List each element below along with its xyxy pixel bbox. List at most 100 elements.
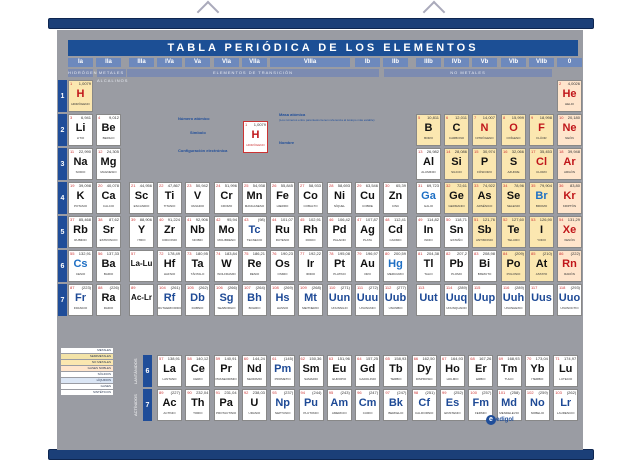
element-symbol: S xyxy=(509,156,518,168)
element-symbol: Yb xyxy=(530,363,545,375)
element-y: 39 88,906 Y ITRIO xyxy=(129,216,154,248)
element-symbol: Ta xyxy=(191,258,204,270)
element-symbol: Sc xyxy=(134,190,149,202)
atomic-mass: 92,906 xyxy=(195,217,208,222)
atomic-mass: (289) xyxy=(457,285,467,290)
atomic-mass: 47,867 xyxy=(167,183,180,188)
element-na: 11 22,990 Na SODIO xyxy=(68,148,93,180)
element-pu: 94 (244) Pu PLUTONIO xyxy=(298,389,324,421)
atomic-number: 105 xyxy=(187,285,194,290)
element-symbol: C xyxy=(452,122,461,134)
atomic-number: 107 xyxy=(244,285,251,290)
atomic-mass: (261) xyxy=(170,285,180,290)
atomic-mass: 65,39 xyxy=(395,183,406,188)
element-ac: 89 (227) Ac ACTINIO xyxy=(157,389,182,421)
element-mg: 12 24,305 Mg MAGNESIO xyxy=(96,148,121,180)
lanthanides-label: LANTÁNIDOS xyxy=(133,358,138,384)
atomic-mass: 114,82 xyxy=(427,217,439,222)
atomic-number: 38 xyxy=(98,217,103,222)
element-symbol: Sg xyxy=(219,292,234,304)
element-symbol: Uun xyxy=(328,292,351,304)
element-symbol: Zr xyxy=(164,224,175,236)
atomic-number: 42 xyxy=(216,217,221,222)
period-label-1: 1 xyxy=(58,80,67,112)
element-symbol: Ce xyxy=(190,363,205,375)
element-cu: 29 63,546 Cu COBRE xyxy=(355,182,380,214)
element-name: PLATINO xyxy=(333,272,346,276)
element-symbol: Pm xyxy=(274,363,292,375)
element-name: CADMIO xyxy=(389,238,402,242)
element-rn: 86 (222) Rn RADÓN xyxy=(557,250,582,282)
atomic-mass: 180,95 xyxy=(195,251,208,256)
atomic-mass: (257) xyxy=(481,390,492,395)
atomic-mass: 162,50 xyxy=(422,356,435,361)
group-header-vib: VIb xyxy=(501,58,526,67)
atomic-mass: (237) xyxy=(283,390,294,395)
element-ho: 67 164,93 Ho HOLMIO xyxy=(440,355,465,387)
group-header-viib: VIIb xyxy=(529,58,554,67)
table-title: TABLA PERIÓDICA DE LOS ELEMENTOS xyxy=(68,40,578,56)
atomic-number: 27 xyxy=(300,183,305,188)
element-ar: 18 39,948 Ar ARGÓN xyxy=(557,148,582,180)
element-name: NOBELIO xyxy=(530,411,545,415)
period-label-2: 2 xyxy=(58,114,67,146)
atomic-mass: 186,21 xyxy=(252,251,265,256)
atomic-number: 100 xyxy=(470,390,477,395)
element-i: 53 126,90 I YODO xyxy=(529,216,554,248)
atomic-mass: 10,811 xyxy=(427,115,439,120)
atomic-mass: (264) xyxy=(255,285,265,290)
element-symbol: No xyxy=(530,397,545,409)
atomic-number: 113 xyxy=(418,285,425,290)
element-symbol: V xyxy=(193,190,202,202)
element-symbol: Uuu xyxy=(356,292,379,304)
element-symbol: Cr xyxy=(220,190,233,202)
element-cd: 48 112,41 Cd CADMIO xyxy=(383,216,408,248)
element-name: HASSIO xyxy=(276,306,289,310)
atomic-mass: 6,941 xyxy=(80,115,91,120)
element-symbol: Si xyxy=(451,156,462,168)
atomic-mass: (227) xyxy=(170,390,180,395)
element-name: TECNECIO xyxy=(246,238,263,242)
element-name: YODO xyxy=(537,238,546,242)
element-name: NEODIMIO xyxy=(246,377,262,381)
element-name: INDIO xyxy=(424,238,433,242)
atomic-mass: 12,011 xyxy=(455,115,467,120)
element-symbol: La xyxy=(163,363,176,375)
legend-sample-symbol: H xyxy=(251,129,260,141)
element-symbol: He xyxy=(562,88,577,100)
atomic-mass: 196,97 xyxy=(365,251,378,256)
element-name: ESTAÑO xyxy=(450,238,463,242)
atomic-number: 15 xyxy=(474,149,479,154)
element-name: BOHRIO xyxy=(248,306,261,310)
atomic-number: 7 xyxy=(474,115,477,120)
period-label-7: 7 xyxy=(58,284,67,316)
actinides-label: ACTÍNIDOS xyxy=(133,394,138,416)
element-name: AZUFRE xyxy=(507,170,520,174)
element-symbol: Uuo xyxy=(558,292,581,304)
element-la-lu: 57 La-Lu xyxy=(129,250,154,282)
atomic-number: 54 xyxy=(559,217,564,222)
element-symbol: Y xyxy=(137,224,146,236)
atomic-number: 6 xyxy=(446,115,449,120)
element-symbol: Te xyxy=(507,224,520,236)
element-at: 85 (210) At ASTATO xyxy=(529,250,554,282)
atomic-number: 76 xyxy=(272,251,277,256)
atomic-mass: (289) xyxy=(514,285,524,290)
element-pt: 78 195,08 Pt PLATINO xyxy=(327,250,352,282)
atomic-number: 8 xyxy=(503,115,506,120)
element-name: IRIDIO xyxy=(305,272,316,276)
atomic-number: 19 xyxy=(70,183,75,188)
element-name: RENIO xyxy=(249,272,260,276)
atomic-mass: 200,59 xyxy=(393,251,406,256)
atomic-number: 22 xyxy=(159,183,164,188)
atomic-number: 1 xyxy=(70,81,73,86)
element-name: EINSTENIO xyxy=(444,411,461,415)
element-name: SAMARIO xyxy=(304,377,318,381)
atomic-number: 68 xyxy=(470,356,475,361)
element-name: MAGNESIO xyxy=(100,170,117,174)
element-symbol: F xyxy=(538,122,545,134)
key-item: SEMIMETALES xyxy=(61,354,113,359)
element-re: 75 186,21 Re RENIO xyxy=(242,250,267,282)
element-symbol: In xyxy=(423,224,434,236)
atomic-number: 43 xyxy=(244,217,249,222)
